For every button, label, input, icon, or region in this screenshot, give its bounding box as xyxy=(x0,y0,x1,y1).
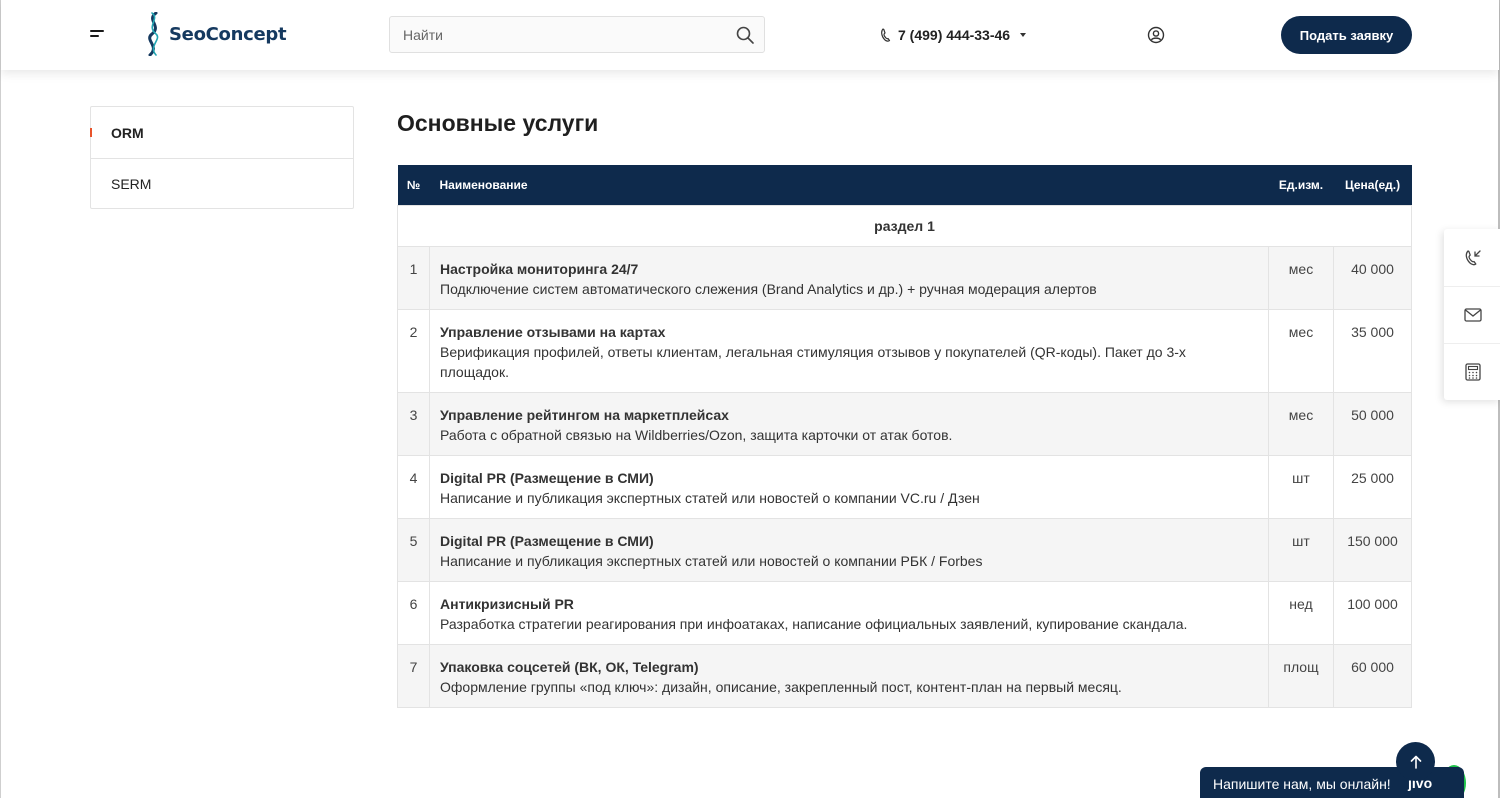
chevron-down-icon xyxy=(1020,33,1027,37)
chat-prompt: Напишите нам, мы онлайн! xyxy=(1213,776,1391,792)
row-unit: площ xyxy=(1268,643,1334,708)
row-price: 100 000 xyxy=(1333,580,1412,645)
row-unit: шт xyxy=(1268,517,1334,582)
row-price: 50 000 xyxy=(1333,391,1412,456)
row-service: Управление рейтингом на маркетплейсах Ра… xyxy=(429,391,1269,456)
row-number: 7 xyxy=(397,643,430,708)
floating-contact-panel xyxy=(1444,229,1500,400)
menu-burger-icon[interactable] xyxy=(90,29,104,39)
row-unit: мес xyxy=(1268,245,1334,310)
row-number: 3 xyxy=(397,391,430,456)
service-name: Digital PR (Размещение в СМИ) xyxy=(440,469,654,486)
row-service: Настройка мониторинга 24/7 Подключение с… xyxy=(429,245,1269,310)
section-title: раздел 1 xyxy=(397,204,1412,247)
service-description: Оформление группы «под ключ»: дизайн, оп… xyxy=(440,678,1122,695)
search-icon[interactable] xyxy=(735,25,755,45)
column-header-unit: Ед.изм. xyxy=(1268,165,1334,205)
row-service: Digital PR (Размещение в СМИ) Написание … xyxy=(429,454,1269,519)
service-description: Написание и публикация экспертных статей… xyxy=(440,489,980,506)
column-header-name: Наименование xyxy=(429,165,1269,205)
row-service: Упаковка соцсетей (ВК, ОК, Telegram) Офо… xyxy=(429,643,1269,708)
service-description: Верификация профилей, ответы клиентам, л… xyxy=(440,343,1186,380)
scroll-to-top-button[interactable] xyxy=(1396,742,1435,781)
row-price: 60 000 xyxy=(1333,643,1412,708)
logo-text: SeoConcept xyxy=(169,23,287,45)
sidebar-menu: ORM SERM xyxy=(90,106,354,209)
search-box xyxy=(389,16,765,53)
row-service: Антикризисный PR Разработка стратегии ре… xyxy=(429,580,1269,645)
column-header-price: Цена(ед.) xyxy=(1333,165,1412,205)
row-unit: шт xyxy=(1268,454,1334,519)
user-account-icon[interactable] xyxy=(1147,26,1165,44)
table-row: 6 Антикризисный PR Разработка стратегии … xyxy=(397,580,1412,645)
row-price: 40 000 xyxy=(1333,245,1412,310)
table-row: 5 Digital PR (Размещение в СМИ) Написани… xyxy=(397,517,1412,582)
table-row: 4 Digital PR (Размещение в СМИ) Написани… xyxy=(397,454,1412,519)
service-name: Digital PR (Размещение в СМИ) xyxy=(440,532,654,549)
row-unit: мес xyxy=(1268,308,1334,393)
phone-number: 7 (499) 444-33-46 xyxy=(898,27,1011,43)
table-section-row: раздел 1 xyxy=(397,204,1412,247)
table-row: 3 Управление рейтингом на маркетплейсах … xyxy=(397,391,1412,456)
row-number: 4 xyxy=(397,454,430,519)
mail-icon xyxy=(1463,308,1482,322)
row-unit: нед xyxy=(1268,580,1334,645)
sidebar-item-label: SERM xyxy=(111,176,152,192)
row-number: 6 xyxy=(397,580,430,645)
sidebar-item-label: ORM xyxy=(111,124,144,141)
table-row: 7 Упаковка соцсетей (ВК, ОК, Telegram) О… xyxy=(397,643,1412,708)
calculator-icon xyxy=(1464,363,1481,381)
row-number: 2 xyxy=(397,308,430,393)
row-unit: мес xyxy=(1268,391,1334,456)
row-price: 35 000 xyxy=(1333,308,1412,393)
services-table: № Наименование Ед.изм. Цена(ед.) раздел … xyxy=(397,165,1412,708)
phone-dropdown[interactable]: 7 (499) 444-33-46 xyxy=(880,24,1027,46)
row-number: 5 xyxy=(397,517,430,582)
row-price: 150 000 xyxy=(1333,517,1412,582)
row-number: 1 xyxy=(397,245,430,310)
service-description: Работа с обратной связью на Wildberries/… xyxy=(440,426,953,443)
service-name: Упаковка соцсетей (ВК, ОК, Telegram) xyxy=(440,658,699,675)
page-title: Основные услуги xyxy=(397,110,599,136)
table-header-row: № Наименование Ед.изм. Цена(ед.) xyxy=(397,165,1412,205)
service-name: Антикризисный PR xyxy=(440,595,574,612)
phone-callback-icon xyxy=(1465,249,1481,265)
row-service: Digital PR (Размещение в СМИ) Написание … xyxy=(429,517,1269,582)
service-name: Настройка мониторинга 24/7 xyxy=(440,260,639,277)
logo-dna-icon xyxy=(148,12,159,56)
calculator-button[interactable] xyxy=(1444,343,1500,400)
service-name: Управление рейтингом на маркетплейсах xyxy=(440,406,729,423)
table-row: 2 Управление отзывами на картах Верифика… xyxy=(397,308,1412,393)
email-button[interactable] xyxy=(1444,286,1500,343)
arrow-up-icon xyxy=(1410,755,1421,769)
callback-button[interactable] xyxy=(1444,229,1500,286)
site-header: SeoConcept 7 (499) 444-33-46 Подать заяв… xyxy=(1,0,1499,70)
column-header-number: № xyxy=(397,165,430,205)
service-description: Подключение систем автоматического слеже… xyxy=(440,280,1097,297)
service-name: Управление отзывами на картах xyxy=(440,323,666,340)
table-row: 1 Настройка мониторинга 24/7 Подключение… xyxy=(397,245,1412,310)
service-description: Разработка стратегии реагирования при ин… xyxy=(440,615,1188,632)
logo[interactable]: SeoConcept xyxy=(142,12,287,56)
row-service: Управление отзывами на картах Верификаци… xyxy=(429,308,1269,393)
submit-request-button[interactable]: Подать заявку xyxy=(1281,16,1412,54)
sidebar-item-orm[interactable]: ORM xyxy=(90,107,353,158)
search-input[interactable] xyxy=(390,17,720,52)
sidebar-item-serm[interactable]: SERM xyxy=(91,158,353,209)
service-description: Написание и публикация экспертных статей… xyxy=(440,552,983,569)
phone-icon xyxy=(881,28,891,42)
row-price: 25 000 xyxy=(1333,454,1412,519)
